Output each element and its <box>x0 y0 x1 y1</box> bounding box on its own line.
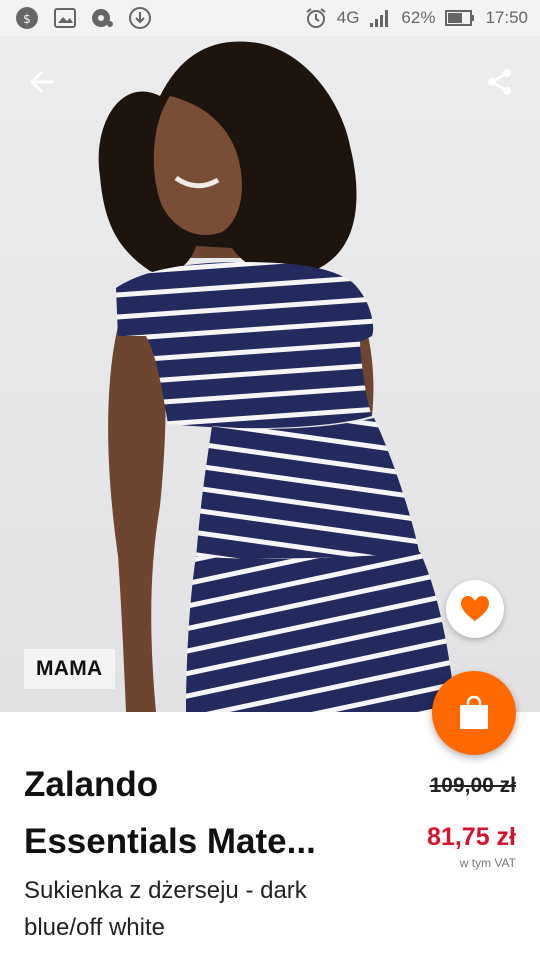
back-arrow-icon <box>30 71 54 93</box>
status-bar: $ 4G 62% 17:50 <box>0 0 540 36</box>
back-button[interactable] <box>22 62 62 102</box>
image-notification-icon <box>54 8 76 28</box>
product-description: Sukienka z dżerseju - dark blue/off whit… <box>24 877 307 941</box>
music-notification-icon <box>90 6 114 30</box>
share-button[interactable] <box>480 62 520 102</box>
system-icons: 4G 62% 17:50 <box>305 7 528 29</box>
product-name: Essentials Mate... <box>24 822 316 861</box>
network-type: 4G <box>336 8 360 27</box>
battery-icon <box>445 9 475 27</box>
app-notification-icon: $ <box>14 5 40 31</box>
product-info: Zalando Essentials Mate... Sukienka z dż… <box>0 712 540 960</box>
share-icon <box>488 69 511 95</box>
clock: 17:50 <box>485 8 528 27</box>
product-brand: Zalando <box>24 765 159 804</box>
alarm-icon <box>305 7 327 29</box>
sale-price: 81,75 zł <box>427 823 516 851</box>
heart-icon <box>461 596 489 621</box>
vat-note: w tym VAT <box>459 856 516 870</box>
product-title[interactable]: Zalando Essentials Mate... <box>24 756 364 870</box>
maternity-badge: MAMA <box>24 649 115 689</box>
favorite-button[interactable] <box>446 580 504 638</box>
notification-icons: $ <box>14 5 152 31</box>
download-notification-icon <box>128 6 152 30</box>
original-price: 109,00 zł <box>429 774 516 797</box>
svg-text:$: $ <box>23 12 31 26</box>
battery-percent: 62% <box>401 8 436 27</box>
signal-icon <box>369 9 391 27</box>
